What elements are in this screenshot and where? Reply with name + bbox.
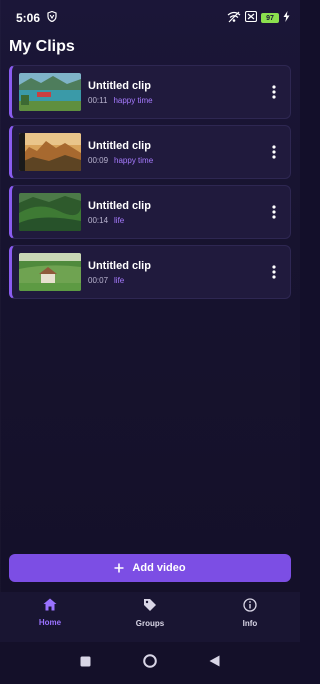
clip-duration: 00:07: [88, 275, 109, 285]
nav-label-groups: Groups: [135, 619, 165, 628]
clip-card[interactable]: Untitled clip 00:09 happy time: [9, 125, 291, 179]
clip-list: Untitled clip 00:11 happy time Untitled …: [9, 65, 291, 305]
nav-item-groups[interactable]: Groups: [100, 592, 200, 642]
clip-meta: 00:07 life: [88, 276, 264, 285]
clip-title: Untitled clip: [88, 199, 151, 212]
clip-tag[interactable]: life: [114, 216, 124, 225]
recents-button[interactable]: [80, 654, 91, 672]
clip-info: Untitled clip 00:14 life: [88, 200, 264, 225]
clip-title: Untitled clip: [88, 79, 151, 92]
more-options-button[interactable]: [264, 257, 284, 287]
more-options-button[interactable]: [264, 137, 284, 167]
signal-off-icon: [244, 10, 258, 25]
tag-icon: [144, 599, 156, 611]
clip-thumbnail: [19, 193, 81, 231]
status-bar: 5:06 97: [0, 0, 300, 36]
clip-tag[interactable]: happy time: [113, 96, 152, 105]
more-vert-icon: [272, 265, 276, 279]
clip-info: Untitled clip 00:09 happy time: [88, 140, 264, 165]
nav-label-home: Home: [38, 618, 62, 627]
nav-item-home[interactable]: Home: [0, 592, 100, 642]
system-nav-bar: [0, 642, 300, 684]
nav-item-info[interactable]: Info: [200, 592, 300, 642]
home-system-button[interactable]: [143, 653, 157, 673]
clip-meta: 00:09 happy time: [88, 156, 264, 165]
more-vert-icon: [272, 205, 276, 219]
clip-info: Untitled clip 00:11 happy time: [88, 80, 264, 105]
clip-thumbnail: [19, 133, 81, 171]
status-right: 97: [227, 10, 290, 26]
more-vert-icon: [272, 145, 276, 159]
more-options-button[interactable]: [264, 197, 284, 227]
add-video-label: Add video: [132, 562, 186, 574]
clip-tag[interactable]: life: [114, 276, 124, 285]
more-vert-icon: [272, 85, 276, 99]
clip-meta: 00:14 life: [88, 216, 264, 225]
add-video-button[interactable]: Add video: [9, 554, 291, 582]
back-button[interactable]: [209, 654, 220, 672]
clip-card[interactable]: Untitled clip 00:11 happy time: [9, 65, 291, 119]
square-icon: [80, 656, 91, 667]
clip-tag[interactable]: happy time: [114, 156, 153, 165]
plus-icon: [114, 563, 124, 573]
clip-thumbnail: [19, 253, 81, 291]
clip-meta: 00:11 happy time: [88, 96, 264, 105]
clip-title: Untitled clip: [88, 139, 151, 152]
page-title: My Clips: [9, 38, 75, 55]
more-options-button[interactable]: [264, 77, 284, 107]
status-time: 5:06: [16, 11, 41, 25]
circle-icon: [143, 653, 157, 668]
home-icon: [43, 598, 57, 611]
clip-info: Untitled clip 00:07 life: [88, 260, 264, 285]
clip-duration: 00:09: [88, 155, 109, 165]
clip-duration: 00:14: [88, 215, 109, 225]
info-icon: [243, 598, 257, 612]
nav-label-info: Info: [242, 619, 258, 628]
status-left: 5:06: [16, 10, 57, 25]
battery-icon: 97: [261, 13, 279, 23]
back-triangle-icon: [209, 655, 220, 667]
clip-title: Untitled clip: [88, 259, 151, 272]
clip-card[interactable]: Untitled clip 00:14 life: [9, 185, 291, 239]
clip-thumbnail: [19, 73, 81, 111]
clip-card[interactable]: Untitled clip 00:07 life: [9, 245, 291, 299]
bottom-nav: Home Groups Info: [0, 592, 300, 642]
clip-duration: 00:11: [88, 95, 108, 105]
vpn-shield-icon: [47, 10, 57, 25]
charging-bolt-icon: [283, 11, 290, 25]
wifi-off-icon: [227, 11, 241, 26]
